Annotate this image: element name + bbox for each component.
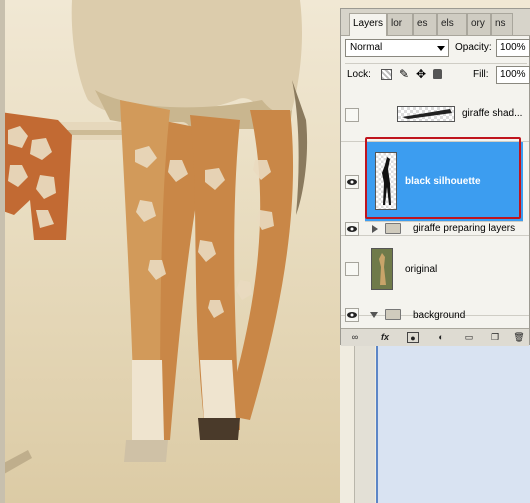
- tab-history[interactable]: ory: [467, 13, 491, 35]
- chevron-down-icon: [437, 46, 445, 51]
- layer-name: giraffe shad...: [462, 108, 523, 119]
- visibility-toggle[interactable]: [345, 262, 359, 276]
- trash-icon[interactable]: 🗑: [513, 332, 525, 343]
- folder-icon: [385, 309, 401, 320]
- adjacent-window: [376, 345, 530, 503]
- expand-arrow-icon[interactable]: [372, 225, 378, 233]
- highlight-annotation-box: [365, 137, 521, 219]
- layer-thumbnail: [371, 248, 393, 290]
- new-group-icon[interactable]: ▭: [463, 332, 475, 343]
- fx-icon[interactable]: fx: [379, 332, 391, 343]
- eye-icon: [347, 226, 357, 232]
- fill-label: Fill:: [473, 69, 489, 80]
- adjustment-icon[interactable]: ◐: [435, 332, 447, 343]
- blend-mode-select[interactable]: Normal: [345, 39, 449, 57]
- layer-name: giraffe preparing layers: [413, 223, 516, 234]
- lock-label: Lock:: [347, 69, 371, 80]
- tab-actions[interactable]: ns: [491, 13, 513, 35]
- layer-row-giraffe-shadow[interactable]: giraffe shad...: [341, 86, 529, 142]
- lock-all-icon[interactable]: [433, 69, 442, 79]
- canvas-left-frame: [0, 0, 5, 503]
- fill-field[interactable]: 100%: [496, 66, 530, 84]
- group-row-background[interactable]: background: [341, 304, 529, 328]
- group-row-giraffe-preparing-layers[interactable]: giraffe preparing layers: [341, 222, 529, 236]
- mask-icon[interactable]: ●: [407, 332, 419, 343]
- eye-icon: [347, 179, 357, 185]
- layer-thumbnail: [397, 106, 455, 122]
- collapse-arrow-icon[interactable]: [370, 312, 378, 318]
- link-icon[interactable]: ∞: [349, 332, 361, 343]
- tab-swatches[interactable]: es: [413, 13, 437, 35]
- lock-move-icon[interactable]: ✥: [416, 67, 426, 81]
- visibility-toggle[interactable]: [345, 308, 359, 322]
- tab-color[interactable]: lor: [387, 13, 413, 35]
- blend-mode-value: Normal: [350, 42, 383, 53]
- tab-layers[interactable]: Layers: [349, 13, 387, 36]
- layer-name: original: [405, 264, 438, 275]
- layer-name: background: [413, 310, 466, 321]
- lock-paint-icon[interactable]: ✎: [399, 67, 409, 81]
- eye-icon: [347, 312, 357, 318]
- visibility-toggle[interactable]: [345, 222, 359, 236]
- folder-icon: [385, 223, 401, 234]
- tab-channels[interactable]: els: [437, 13, 467, 35]
- panel-tabs: Layers lor es els ory ns: [341, 9, 530, 36]
- opacity-field[interactable]: 100%: [496, 39, 530, 57]
- lock-transparency-icon[interactable]: [381, 69, 392, 80]
- layers-bottom-toolbar: ∞ fx ● ◐ ▭ ❐ 🗑: [341, 328, 529, 346]
- visibility-toggle[interactable]: [345, 108, 359, 122]
- new-layer-icon[interactable]: ❐: [489, 332, 501, 343]
- visibility-toggle[interactable]: [345, 175, 359, 189]
- opacity-label: Opacity:: [455, 42, 492, 53]
- vertical-scrollbar[interactable]: [354, 345, 375, 503]
